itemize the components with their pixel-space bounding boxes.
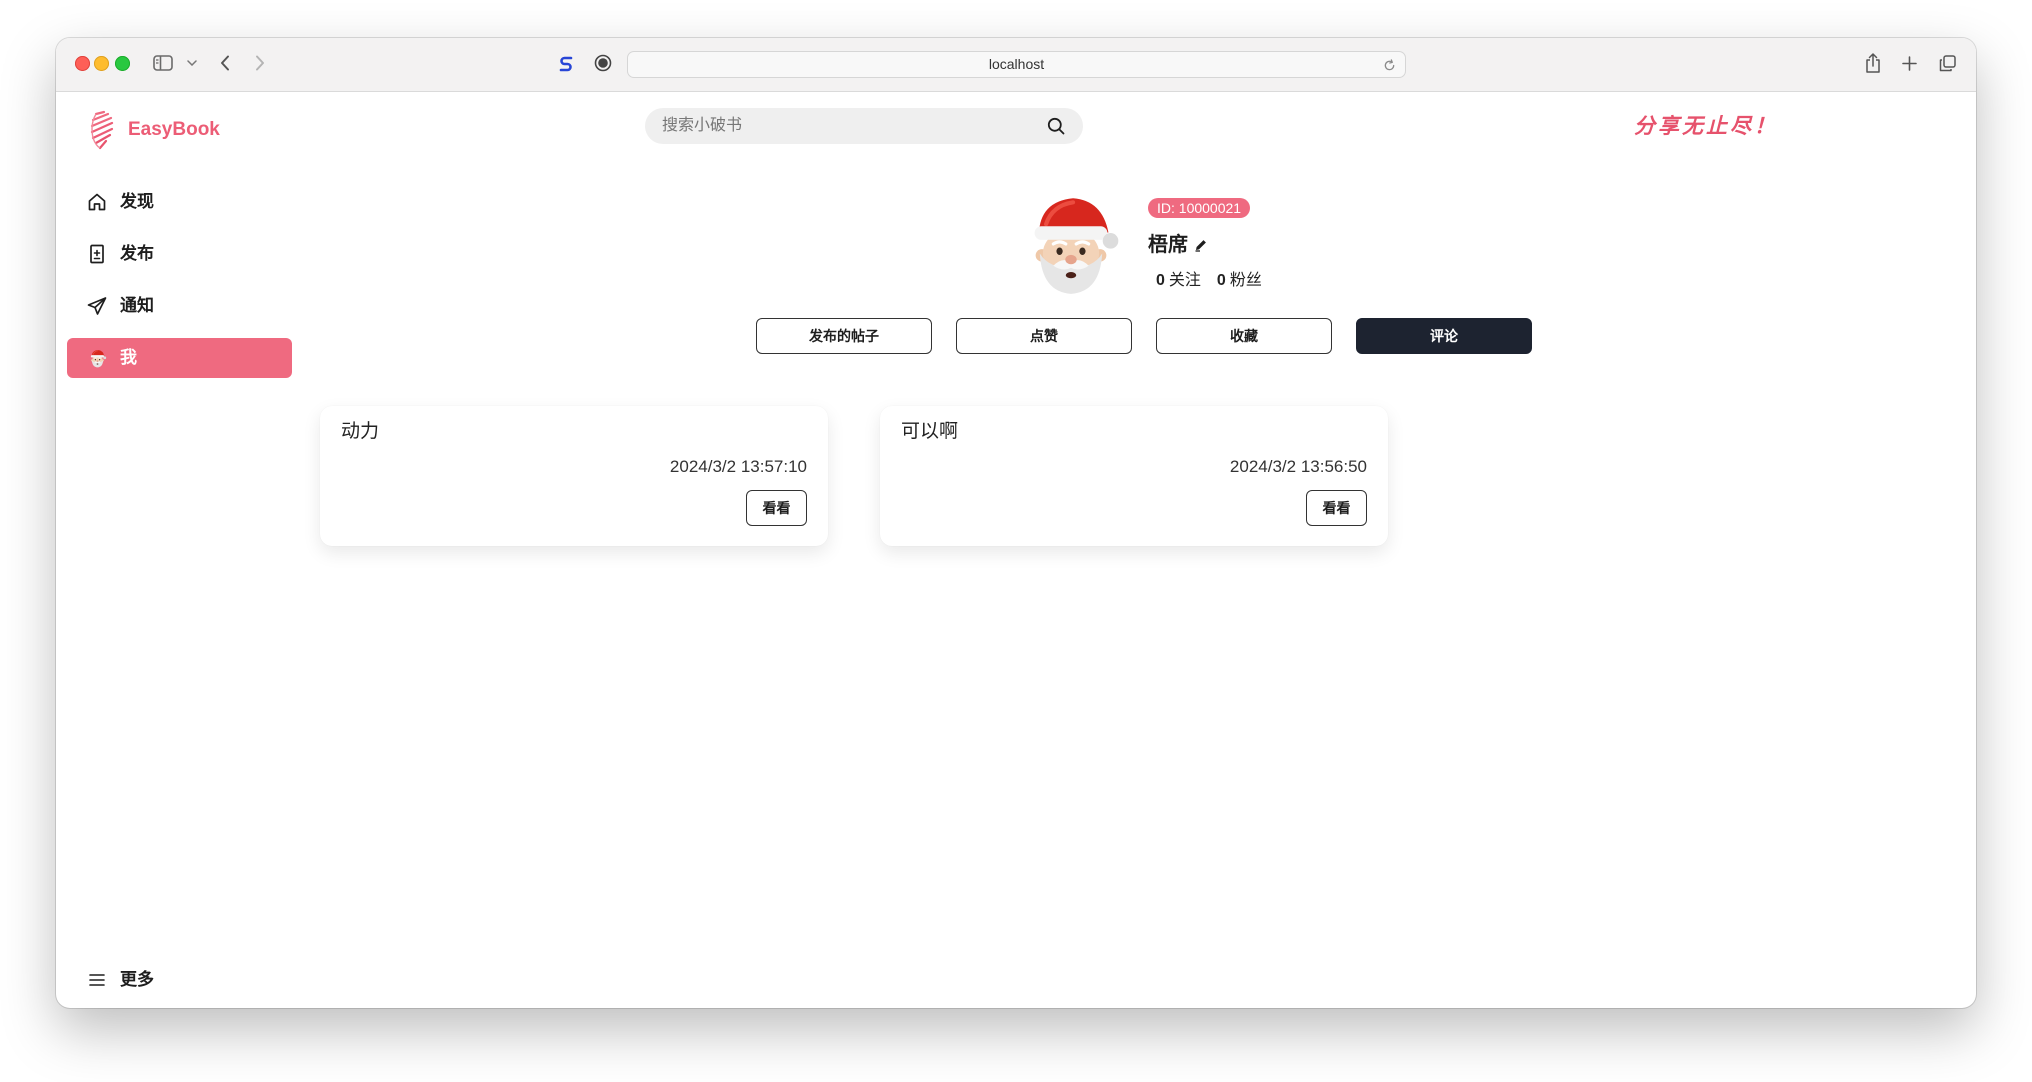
easybook-logo-icon[interactable] (88, 110, 116, 150)
tab-comments[interactable]: 评论 (1356, 318, 1532, 354)
followers-label[interactable]: 粉丝 (1230, 270, 1262, 292)
sidebar-item-label: 通知 (120, 296, 154, 315)
close-window-button[interactable] (75, 56, 90, 71)
view-post-button[interactable]: 看看 (746, 490, 807, 526)
home-icon (86, 191, 108, 213)
profile-avatar[interactable] (1019, 193, 1123, 297)
follow-stats: 0 关注 0 粉丝 (1156, 270, 1262, 292)
following-label[interactable]: 关注 (1169, 270, 1201, 292)
sidebar-item-discover[interactable]: 发现 (67, 182, 292, 222)
address-bar[interactable]: localhost (627, 51, 1406, 78)
sidebar-item-notifications[interactable]: 通知 (67, 286, 292, 326)
slogan-text: 分享无止尽！ (1634, 114, 1778, 138)
menu-icon (86, 969, 108, 991)
chevron-down-icon[interactable] (187, 59, 197, 67)
extension-s-icon[interactable] (556, 53, 576, 73)
record-extension-icon[interactable] (593, 53, 613, 73)
tab-overview-icon[interactable] (1937, 53, 1957, 73)
sidebar-more[interactable]: 更多 (67, 960, 292, 1000)
view-post-button[interactable]: 看看 (1306, 490, 1367, 526)
sidebar-item-label: 我 (120, 348, 137, 367)
zoom-window-button[interactable] (115, 56, 130, 71)
back-arrow-icon[interactable] (218, 53, 232, 73)
following-count[interactable]: 0 (1156, 270, 1165, 292)
user-id-badge: ID: 10000021 (1148, 198, 1251, 218)
followers-count[interactable]: 0 (1217, 270, 1226, 292)
tab-favorites[interactable]: 收藏 (1156, 318, 1332, 354)
search-icon[interactable] (1046, 116, 1066, 136)
address-bar-url: localhost (988, 56, 1045, 72)
profile-name: 梧席 (1148, 234, 1188, 256)
sidebar-item-label: 发布 (120, 244, 154, 263)
sidebar-item-publish[interactable]: 发布 (67, 234, 292, 274)
minimize-window-button[interactable] (94, 56, 109, 71)
sidebar-more-label: 更多 (120, 970, 154, 989)
search-bar (645, 108, 1083, 144)
browser-toolbar: localhost (56, 38, 1976, 92)
sidebar-item-label: 发现 (120, 192, 154, 211)
brand-name[interactable]: EasyBook (128, 118, 220, 142)
sidebar-item-me[interactable]: 我 (67, 338, 292, 378)
post-card: 动力 2024/3/2 13:57:10 看看 (320, 406, 828, 546)
santa-avatar-icon (86, 347, 108, 369)
post-title: 动力 (341, 421, 380, 442)
share-icon[interactable] (1863, 52, 1883, 74)
post-title: 可以啊 (901, 421, 959, 442)
post-card: 可以啊 2024/3/2 13:56:50 看看 (880, 406, 1388, 546)
browser-window: localhost EasyBook 搜索小破书 分享无止尽！ 发现 发布 通知… (56, 38, 1976, 1008)
post-date: 2024/3/2 13:56:50 (1229, 457, 1367, 476)
new-tab-plus-icon[interactable] (1899, 53, 1919, 73)
forward-arrow-icon[interactable] (253, 53, 267, 73)
tab-published-posts[interactable]: 发布的帖子 (756, 318, 932, 354)
send-icon (86, 295, 108, 317)
search-input[interactable] (645, 108, 1035, 144)
profile-name-row: 梧席 (1148, 232, 1209, 258)
tab-likes[interactable]: 点赞 (956, 318, 1132, 354)
publish-icon (86, 243, 108, 265)
sidebar-toggle-icon[interactable] (152, 54, 174, 72)
post-date: 2024/3/2 13:57:10 (669, 457, 807, 476)
edit-pencil-icon[interactable] (1194, 238, 1209, 253)
reload-icon[interactable] (1381, 57, 1397, 73)
